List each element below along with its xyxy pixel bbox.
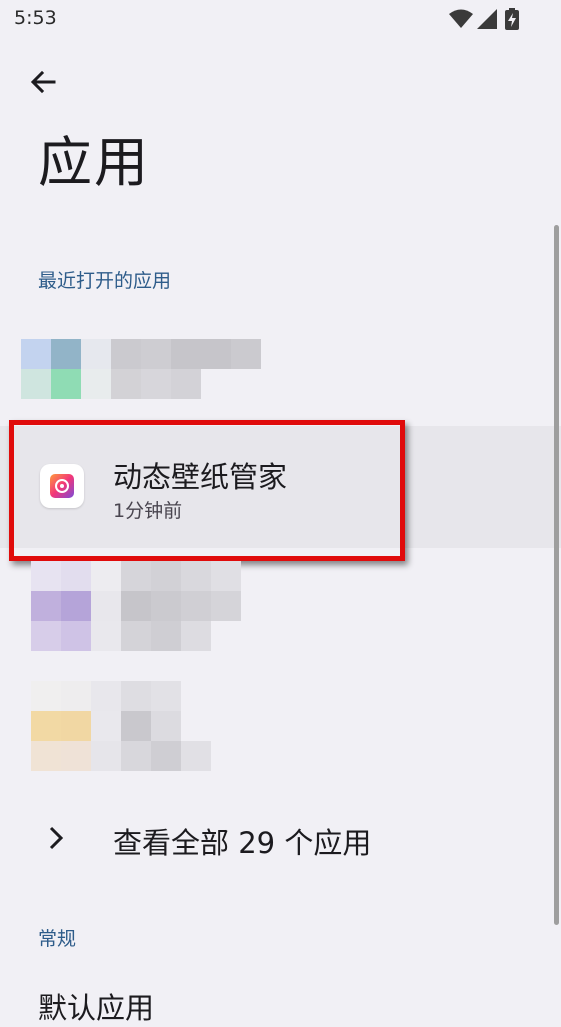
back-button[interactable]: [22, 62, 66, 102]
list-item[interactable]: [0, 330, 561, 410]
status-time: 5:53: [14, 7, 57, 29]
wifi-icon: [449, 9, 473, 28]
list-item[interactable]: [0, 556, 561, 656]
see-all-apps-label: 查看全部 29 个应用: [113, 826, 372, 860]
recent-apps-header: 最近打开的应用: [38, 270, 172, 292]
arrow-left-icon: [30, 70, 56, 94]
page-title: 应用: [38, 131, 150, 194]
status-bar: 5:53: [0, 0, 561, 40]
list-item[interactable]: [0, 676, 561, 776]
chevron-right-icon: [49, 826, 64, 850]
scrollbar[interactable]: [554, 225, 559, 925]
battery-charging-icon: [505, 8, 519, 30]
signal-icon: [477, 9, 497, 29]
default-apps-row[interactable]: 默认应用: [38, 985, 154, 1027]
general-section-header: 常规: [38, 928, 77, 950]
see-all-apps-row[interactable]: 查看全部 29 个应用: [0, 798, 561, 878]
highlight-box: [9, 420, 405, 561]
status-icons: [449, 8, 525, 30]
